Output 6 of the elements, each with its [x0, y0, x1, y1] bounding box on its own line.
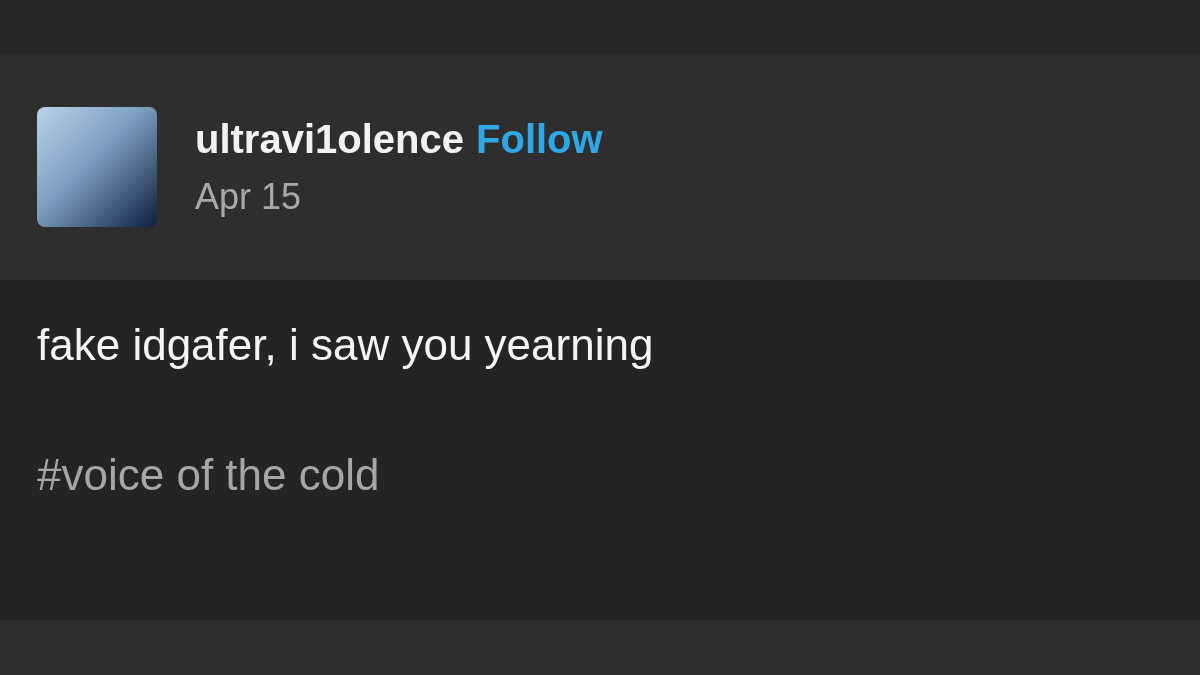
avatar[interactable] — [37, 107, 157, 227]
post-text: fake idgafer, i saw you yearning — [37, 320, 655, 370]
post-tag[interactable]: #voice of the cold — [37, 450, 380, 500]
username[interactable]: ultravi1olence — [195, 116, 464, 162]
follow-button[interactable]: Follow — [476, 116, 603, 162]
post-date: Apr 15 — [195, 175, 303, 218]
